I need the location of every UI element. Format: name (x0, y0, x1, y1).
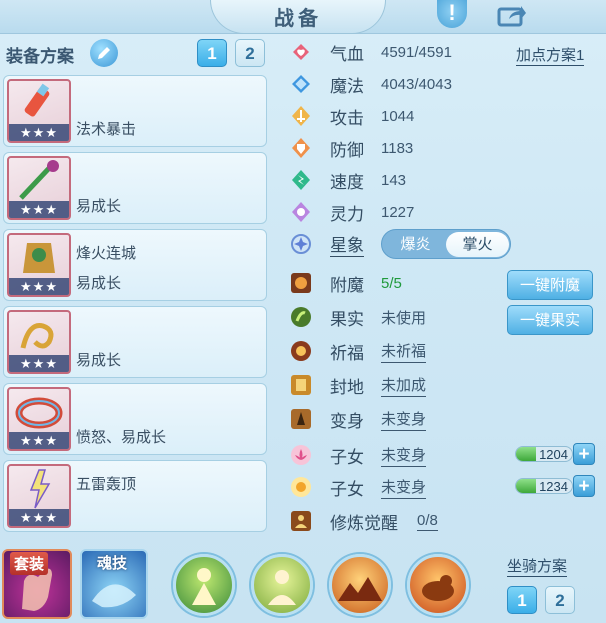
shield-icon (288, 135, 314, 161)
cultivation-icon (288, 508, 314, 534)
stat-defense: 防御 1183 (288, 133, 413, 163)
equipment-skill: 五雷轰顶 (76, 476, 137, 493)
equip-plan-label: 装备方案 (6, 47, 74, 66)
stat-attack: 攻击 1044 (288, 101, 414, 131)
mana-icon (288, 71, 314, 97)
stat-fruit: 果实 未使用 (288, 302, 426, 332)
stat-enchant: 附魔 5/5 (288, 268, 402, 298)
page-title: 战备 (274, 8, 322, 30)
stat-fief: 封地 未加成 (288, 370, 427, 400)
equip-plan-tab-1[interactable]: 1 (197, 39, 227, 67)
transform-icon (288, 406, 314, 432)
stat-hp: 气血 4591/4591 (288, 37, 452, 67)
monk-figure-icon (268, 570, 296, 605)
fief-icon (288, 372, 314, 398)
suit-label: 套装 (10, 552, 49, 575)
enchant-icon (288, 270, 314, 296)
sword-icon (288, 103, 314, 129)
stat-cultivation: 修炼觉醒 0/8 (288, 506, 438, 536)
stat-blessing: 祈福 未祈福 (288, 336, 427, 366)
skill-slot-2[interactable] (251, 554, 313, 616)
stat-mp: 魔法 4043/4043 (288, 69, 452, 99)
child-2-add-button[interactable]: + (573, 475, 595, 497)
child-1-add-button[interactable]: + (573, 443, 595, 465)
fire-landscape-icon (338, 577, 382, 601)
ring-relic-icon: ★★★ (7, 387, 71, 451)
heart-icon (288, 39, 314, 65)
mount-plan-link[interactable]: 坐骑方案 (507, 555, 568, 577)
equipment-slot-4[interactable]: ★★★ 易成长 (3, 306, 267, 378)
stat-transform: 变身 未变身 (288, 404, 427, 434)
skill-slot-1[interactable] (173, 554, 235, 616)
equipment-effect: 易成长 (76, 275, 122, 292)
share-icon (497, 6, 526, 27)
edit-plan-button[interactable] (90, 39, 118, 67)
title-plate: 战备 (210, 0, 386, 34)
equipment-slot-1[interactable]: ★★★ 法术暴击 (3, 75, 267, 147)
child-1-exp-bar: 1204 (515, 446, 573, 462)
blessing-icon (288, 338, 314, 364)
stat-child-1: 子女 未变身 (288, 440, 427, 470)
equipment-slot-5[interactable]: ★★★ 愤怒、易成长 (3, 383, 267, 455)
fire-beast-icon (422, 575, 454, 601)
brush-relic-icon: ★★★ (7, 79, 71, 143)
equipment-slot-6[interactable]: ★★★ 五雷轰顶 (3, 460, 267, 532)
aura-figure-icon (192, 568, 216, 605)
dragon-relic-icon: ★★★ (7, 310, 71, 374)
speed-icon (288, 167, 314, 193)
add-point-plan-link[interactable]: 加点方案1 (516, 44, 585, 66)
auto-fruit-button[interactable]: 一键果实 (507, 305, 593, 335)
green-staff-icon: ★★★ (7, 156, 71, 220)
equip-plan-tab-2[interactable]: 2 (235, 39, 265, 67)
skill-slot-4[interactable] (407, 554, 469, 616)
soul-skill-label: 魂技 (97, 555, 128, 572)
thunder-relic-icon: ★★★ (7, 464, 71, 528)
equipment-effect: 易成长 (76, 198, 122, 215)
child-2-exp-bar: 1234 (515, 478, 573, 494)
mount-plan-tab-2[interactable]: 2 (545, 586, 575, 614)
stat-child-2: 子女 未变身 (288, 472, 427, 502)
pencil-icon (98, 47, 110, 59)
equipment-effect: 愤怒、易成长 (76, 429, 167, 446)
auto-enchant-button[interactable]: 一键附魔 (507, 270, 593, 300)
mount-plan-tab-1[interactable]: 1 (507, 586, 537, 614)
star-sign-icon (288, 231, 314, 257)
lotus-icon (288, 442, 314, 468)
equipment-effect: 法术暴击 (76, 121, 137, 138)
equipment-effect: 易成长 (76, 352, 122, 369)
star-option-blaze[interactable]: 爆炎 (384, 232, 447, 257)
spirit-icon (288, 199, 314, 225)
star-sign-toggle[interactable]: 爆炎 掌火 (381, 229, 511, 259)
skill-slot-3[interactable] (329, 554, 391, 616)
stat-speed: 速度 143 (288, 165, 406, 195)
stat-star-sign: 星象 (288, 229, 364, 259)
equipment-slot-2[interactable]: ★★★ 易成长 (3, 152, 267, 224)
stat-spirit: 灵力 1227 (288, 197, 414, 227)
armor-relic-icon: ★★★ (7, 233, 71, 297)
sun-icon (288, 474, 314, 500)
star-option-palm-fire[interactable]: 掌火 (446, 232, 509, 257)
share-button[interactable] (496, 2, 528, 28)
equipment-slot-3[interactable]: ★★★ 烽火连城 易成长 (3, 229, 267, 301)
equipment-skill: 烽火连城 (76, 245, 137, 262)
fruit-icon (288, 304, 314, 330)
